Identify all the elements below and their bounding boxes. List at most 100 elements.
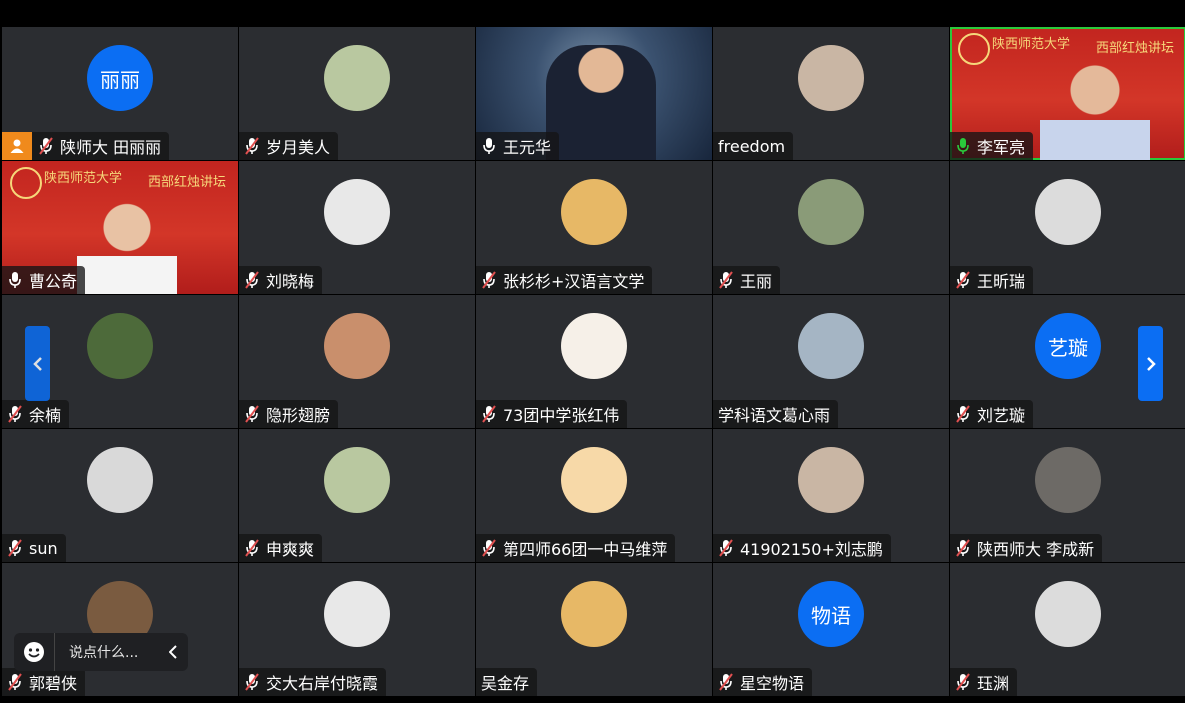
chat-input-bar[interactable]: 说点什么... <box>14 633 188 671</box>
mic-icon <box>481 137 497 155</box>
participant-tile[interactable]: 陕西师范大学 西部红烛讲坛 曹公奇 <box>2 161 238 294</box>
participant-tile[interactable]: 41902150+刘志鹏 <box>713 429 949 562</box>
participant-tile[interactable]: sun <box>2 429 238 562</box>
chevron-left-icon <box>169 645 177 659</box>
participant-label: 隐形翅膀 <box>239 400 339 428</box>
video-feed <box>77 199 177 294</box>
participant-tile[interactable]: 刘晓梅 <box>239 161 475 294</box>
emoji-button[interactable] <box>14 633 55 671</box>
mic-muted-icon <box>38 137 54 155</box>
participant-name: 学科语文葛心雨 <box>718 406 831 425</box>
participant-tile[interactable]: 物语星空物语 <box>713 563 949 696</box>
participant-label: 41902150+刘志鹏 <box>713 534 891 562</box>
participant-name: 李军亮 <box>977 138 1026 157</box>
participant-label: 申爽爽 <box>239 534 323 562</box>
participant-label: 王丽 <box>713 266 781 294</box>
participant-name: 王丽 <box>740 272 773 291</box>
participant-avatar <box>1035 179 1101 245</box>
participant-avatar <box>324 313 390 379</box>
prev-page-button[interactable] <box>25 326 50 401</box>
participant-tile[interactable]: 王元华 <box>476 27 712 160</box>
participant-tile[interactable]: 73团中学张红伟 <box>476 295 712 428</box>
participant-tile[interactable]: 学科语文葛心雨 <box>713 295 949 428</box>
participant-avatar <box>561 179 627 245</box>
participant-name: 吴金存 <box>481 674 530 693</box>
participant-name: 交大右岸付晓霞 <box>266 674 379 693</box>
participant-avatar <box>798 447 864 513</box>
mic-muted-icon <box>718 673 734 691</box>
participant-avatar <box>87 447 153 513</box>
participant-label: 郭碧侠 <box>2 668 86 696</box>
mic-muted-icon <box>244 137 260 155</box>
participant-avatar <box>798 45 864 111</box>
mic-muted-icon <box>955 271 971 289</box>
university-seal <box>958 33 990 65</box>
participant-label: 学科语文葛心雨 <box>713 400 839 428</box>
mic-muted-icon <box>244 405 260 423</box>
participant-name: 余楠 <box>29 406 62 425</box>
participant-label: 第四师66团一中马维萍 <box>476 534 676 562</box>
chevron-right-icon <box>1146 356 1156 371</box>
participant-label: 王元华 <box>476 132 560 160</box>
participant-name: 珏渊 <box>977 674 1010 693</box>
mic-muted-icon <box>481 539 497 557</box>
mic-muted-icon <box>7 539 23 557</box>
participant-label: 李军亮 <box>950 132 1034 160</box>
participant-name: 刘艺璇 <box>977 406 1026 425</box>
participant-avatar <box>798 313 864 379</box>
participant-name: freedom <box>718 136 786 156</box>
participant-label: 73团中学张红伟 <box>476 400 628 428</box>
participant-name: 张杉杉+汉语言文学 <box>503 272 645 291</box>
participant-name: 郭碧侠 <box>29 674 78 693</box>
next-page-button[interactable] <box>1138 326 1163 401</box>
participant-avatar <box>324 45 390 111</box>
participant-label: 刘晓梅 <box>239 266 323 294</box>
mic-muted-icon <box>955 539 971 557</box>
participant-tile[interactable]: 吴金存 <box>476 563 712 696</box>
participant-tile[interactable]: 交大右岸付晓霞 <box>239 563 475 696</box>
mic-muted-icon <box>955 405 971 423</box>
mic-muted-icon <box>244 271 260 289</box>
participant-tile[interactable]: 王丽 <box>713 161 949 294</box>
participant-tile[interactable]: 王昕瑞 <box>950 161 1185 294</box>
participant-label: freedom <box>713 132 794 160</box>
participant-tile[interactable]: 第四师66团一中马维萍 <box>476 429 712 562</box>
participant-label: 刘艺璇 <box>950 400 1034 428</box>
emoji-icon <box>24 642 44 662</box>
mic-muted-icon <box>955 673 971 691</box>
participant-tile[interactable]: 岁月美人 <box>239 27 475 160</box>
participant-label: 陕师大 田丽丽 <box>2 132 170 160</box>
participant-tile[interactable]: 丽丽陕师大 田丽丽 <box>2 27 238 160</box>
participant-avatar <box>87 313 153 379</box>
participant-name: 73团中学张红伟 <box>503 406 620 425</box>
participant-tile[interactable]: 申爽爽 <box>239 429 475 562</box>
video-feed <box>546 45 656 160</box>
participant-avatar: 丽丽 <box>87 45 153 111</box>
chevron-left-icon <box>32 356 42 371</box>
mic-icon <box>7 271 23 289</box>
participant-tile[interactable]: 郭碧侠 <box>2 563 238 696</box>
participant-grid: 丽丽 陕师大 田丽丽 岁月美人 王元华 freedom 陕西师范大学 西部红烛讲坛 李军亮 陕西… <box>0 27 1185 697</box>
participant-name: 陕师大 田丽丽 <box>60 138 162 157</box>
participant-tile[interactable]: freedom <box>713 27 949 160</box>
participant-name: 曹公奇 <box>29 272 78 291</box>
participant-label: 星空物语 <box>713 668 813 696</box>
participant-avatar <box>561 581 627 647</box>
participant-tile[interactable]: 隐形翅膀 <box>239 295 475 428</box>
participant-tile[interactable]: 张杉杉+汉语言文学 <box>476 161 712 294</box>
participant-label: 张杉杉+汉语言文学 <box>476 266 653 294</box>
participant-avatar: 物语 <box>798 581 864 647</box>
participant-name: 申爽爽 <box>266 540 315 559</box>
participant-tile[interactable]: 陕西师范大学 西部红烛讲坛 李军亮 <box>950 27 1185 160</box>
participant-label: 余楠 <box>2 400 70 428</box>
participant-label: 陕西师大 李成新 <box>950 534 1103 562</box>
participant-name: 刘晓梅 <box>266 272 315 291</box>
collapse-chat-button[interactable] <box>158 645 188 659</box>
participant-tile[interactable]: 陕西师大 李成新 <box>950 429 1185 562</box>
mic-muted-icon <box>481 271 497 289</box>
participant-avatar: 艺璇 <box>1035 313 1101 379</box>
participant-name: sun <box>29 538 58 558</box>
chat-input[interactable]: 说点什么... <box>55 642 158 662</box>
participant-name: 星空物语 <box>740 674 805 693</box>
participant-tile[interactable]: 珏渊 <box>950 563 1185 696</box>
